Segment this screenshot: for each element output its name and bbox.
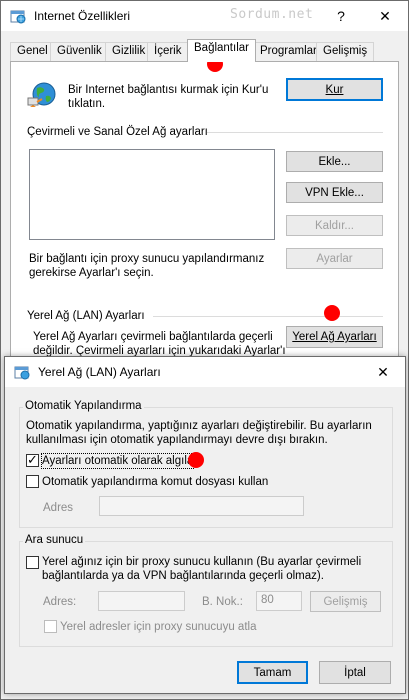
lan-settings-dialog: Yerel Ağ (LAN) Ayarları ✕ Otomatik Yapıl… [4,356,406,694]
setup-button-label: Kur [325,83,344,96]
lan-settings-button-label: Yerel Ağ Ayarları [292,331,377,343]
lan-settings-button[interactable]: Yerel Ağ Ayarları [286,326,383,348]
bypass-local-checkbox[interactable] [44,620,57,633]
tab-gelismis[interactable]: Gelişmiş [316,42,375,61]
lan-section-label: Yerel Ağ (LAN) Ayarları [27,310,145,322]
internet-options-icon [10,8,26,24]
auto-address-label: Adres [43,502,74,514]
add-vpn-button[interactable]: VPN Ekle... [286,182,383,203]
auto-detect-checkbox[interactable]: ✓ [26,452,39,467]
tab-icerik[interactable]: İçerik [147,42,189,61]
close-icon[interactable]: ✕ [363,1,407,31]
annotation-dot-autodetect [188,452,204,468]
use-proxy-label-line1[interactable]: Yerel ağınız için bir proxy sunucu kulla… [42,555,361,569]
annotation-dot-lan [324,305,340,321]
ok-button[interactable]: Tamam [237,661,308,684]
proxy-address-input[interactable] [98,591,185,611]
tab-genel[interactable]: Genel [10,42,55,61]
tab-strip: Genel Güvenlik Gizlilik İçerik Bağlantıl… [10,39,399,62]
dialup-section-label: Çevirmeli ve Sanal Özel Ağ ayarları [27,126,208,138]
auto-config-desc-line1: Otomatik yapılandırma, yaptığınız ayarla… [26,420,372,432]
proxy-hint-line1: Bir bağlantı için proxy sunucu yapılandı… [29,253,265,265]
auto-config-group-label: Otomatik Yapılandırma [23,400,144,412]
use-proxy-label-line2[interactable]: bağlantılarda ya da VPN bağlantılarında … [42,569,324,583]
cancel-button[interactable]: İptal [319,661,391,684]
remove-button[interactable]: Kaldır... [286,215,383,236]
proxy-address-label: Adres: [43,596,77,608]
ok-button-label: Tamam [253,666,292,679]
settings-button-label: Ayarlar [316,252,353,265]
help-button[interactable]: ? [319,1,363,31]
remove-button-label: Kaldır... [315,219,354,232]
auto-address-input[interactable] [99,496,304,516]
globe-icon [25,80,57,112]
add-button[interactable]: Ekle... [286,151,383,172]
dialog-close-icon[interactable]: ✕ [361,357,405,387]
watermark: Sordum.net [230,7,314,22]
add-vpn-button-label: VPN Ekle... [305,186,364,199]
use-proxy-checkbox[interactable] [26,556,39,569]
port-label: B. Nok.: [202,596,243,608]
proxy-hint-line2: gerekirse Ayarlar'ı seçin. [29,267,154,279]
port-value: 80 [261,594,274,606]
settings-button[interactable]: Ayarlar [286,248,383,269]
auto-script-label[interactable]: Otomatik yapılandırma komut dosyası kull… [42,475,268,489]
advanced-button[interactable]: Gelişmiş [310,591,381,612]
auto-script-checkbox[interactable] [26,475,39,488]
internet-options-title: Internet Özellikleri [34,9,131,23]
checkmark-icon: ✓ [27,452,38,467]
dialup-divider [207,132,383,133]
setup-button[interactable]: Kur [286,78,383,101]
advanced-button-label: Gelişmiş [323,595,368,608]
auto-config-desc-line2: kullanılması için otomatik yapılandırmay… [26,434,328,446]
connections-list[interactable] [29,149,275,240]
lan-dialog-icon [14,364,30,380]
lan-dialog-title: Yerel Ağ (LAN) Ayarları [38,365,161,379]
tab-gizlilik[interactable]: Gizlilik [105,42,153,61]
auto-detect-label[interactable]: Ayarları otomatik olarak algıla [40,453,195,469]
setup-description-line2: tıklatın. [68,98,106,110]
lan-description-line1: Yerel Ağ Ayarları çevirmeli bağlantılard… [33,331,273,343]
port-input[interactable]: 80 [256,591,302,611]
bypass-local-label[interactable]: Yerel adresler için proxy sunucuyu atla [60,620,256,634]
proxy-group-label: Ara sunucu [23,534,86,546]
cancel-button-label: İptal [344,666,366,679]
tab-baglantilar[interactable]: Bağlantılar [187,39,256,62]
setup-description-line1: Bir Internet bağlantısı kurmak için Kur'… [68,84,269,96]
add-button-label: Ekle... [318,155,351,168]
tab-guvenlik[interactable]: Güvenlik [50,42,109,61]
internet-options-titlebar[interactable]: Internet Özellikleri Sordum.net ? ✕ [1,1,408,31]
lan-divider [153,316,383,317]
tab-programlar[interactable]: Programlar [253,42,324,61]
lan-dialog-titlebar[interactable]: Yerel Ağ (LAN) Ayarları ✕ [5,357,405,387]
